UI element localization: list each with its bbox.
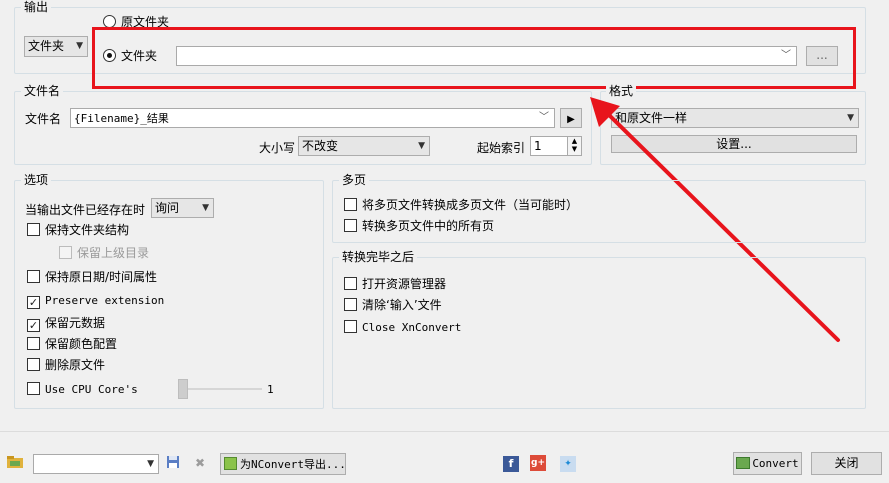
options-legend: 选项 [21, 173, 52, 187]
folder-icon[interactable] [7, 455, 23, 471]
checkbox-box[interactable] [344, 277, 357, 290]
file-exists-value: 询问 [155, 201, 180, 215]
keep-color-profile-checkbox[interactable]: 保留颜色配置 [27, 336, 117, 352]
multipage-merge-checkbox[interactable]: 将多页文件转换成多页文件（当可能时） [344, 197, 578, 213]
preset-select[interactable]: ▼ [33, 454, 159, 474]
multipage-merge-label: 将多页文件转换成多页文件（当可能时） [362, 198, 579, 212]
save-icon[interactable] [165, 455, 181, 471]
export-nconvert-button[interactable]: 为NConvert导出... [220, 453, 346, 475]
close-button[interactable]: 关闭 [811, 452, 882, 475]
checkbox-box[interactable] [27, 382, 40, 395]
delete-original-checkbox[interactable]: 删除原文件 [27, 357, 105, 373]
footer-divider [0, 431, 889, 432]
close-app-checkbox[interactable]: Close XnConvert [344, 319, 461, 335]
keep-parent-folder-checkbox: 保留上级目录 [59, 245, 149, 261]
keep-color-profile-label: 保留颜色配置 [45, 337, 118, 351]
preserve-extension-label: Preserve extension [45, 294, 165, 307]
delete-icon[interactable]: ✖ [192, 455, 208, 471]
after-conversion-legend: 转换完毕之后 [339, 250, 418, 264]
multipage-all-pages-checkbox[interactable]: 转换多页文件中的所有页 [344, 218, 494, 234]
convert-label: Convert [752, 457, 799, 470]
keep-datetime-checkbox[interactable]: 保持原日期/时间属性 [27, 269, 157, 285]
use-cpu-cores-checkbox[interactable]: Use CPU Core's [27, 381, 138, 397]
export-icon [224, 457, 237, 470]
checkbox-box[interactable] [27, 223, 40, 236]
slider-track [178, 388, 262, 390]
close-app-label: Close XnConvert [362, 321, 462, 334]
cpu-cores-slider[interactable] [178, 379, 262, 399]
checkbox-box [59, 246, 72, 259]
multipage-all-pages-label: 转换多页文件中的所有页 [362, 219, 495, 233]
checkbox-box[interactable] [27, 270, 40, 283]
open-explorer-checkbox[interactable]: 打开资源管理器 [344, 276, 446, 292]
convert-icon [736, 457, 751, 469]
clear-input-label: 清除‘输入’文件 [362, 298, 442, 312]
keep-metadata-checkbox[interactable]: ✓ 保留元数据 [27, 315, 106, 332]
convert-button[interactable]: Convert [733, 452, 802, 475]
dropdown-arrow-icon: ▼ [147, 459, 154, 469]
multipage-legend: 多页 [339, 173, 370, 187]
keep-folder-structure-label: 保持文件夹结构 [45, 223, 130, 237]
checkbox-box[interactable] [27, 358, 40, 371]
slider-thumb[interactable] [178, 379, 188, 399]
checkbox-box[interactable] [27, 337, 40, 350]
delete-original-label: 删除原文件 [45, 358, 106, 372]
checkbox-box[interactable] [344, 198, 357, 211]
twitter-icon[interactable]: ✦ [560, 456, 576, 472]
preserve-extension-checkbox[interactable]: ✓ Preserve extension [27, 292, 165, 309]
export-nconvert-label: 为NConvert导出... [240, 458, 346, 471]
file-exists-select[interactable]: 询问 ▼ [151, 198, 214, 218]
keep-folder-structure-checkbox[interactable]: 保持文件夹结构 [27, 222, 129, 238]
checkbox-box[interactable] [344, 320, 357, 333]
use-cpu-cores-label: Use CPU Core's [45, 383, 138, 396]
file-exists-label: 当输出文件已经存在时 [25, 203, 146, 217]
checkbox-box[interactable] [344, 219, 357, 232]
keep-datetime-label: 保持原日期/时间属性 [45, 270, 158, 284]
google-plus-icon[interactable]: g+ [530, 455, 546, 471]
facebook-icon[interactable]: f [503, 456, 519, 472]
open-explorer-label: 打开资源管理器 [362, 277, 447, 291]
keep-parent-folder-label: 保留上级目录 [77, 246, 150, 260]
clear-input-checkbox[interactable]: 清除‘输入’文件 [344, 297, 442, 313]
dropdown-arrow-icon: ▼ [202, 203, 209, 213]
checkmark-icon[interactable]: ✓ [27, 319, 40, 332]
checkmark-icon[interactable]: ✓ [27, 296, 40, 309]
cpu-cores-value: 1 [267, 383, 274, 396]
keep-metadata-label: 保留元数据 [45, 316, 106, 330]
checkbox-box[interactable] [344, 298, 357, 311]
